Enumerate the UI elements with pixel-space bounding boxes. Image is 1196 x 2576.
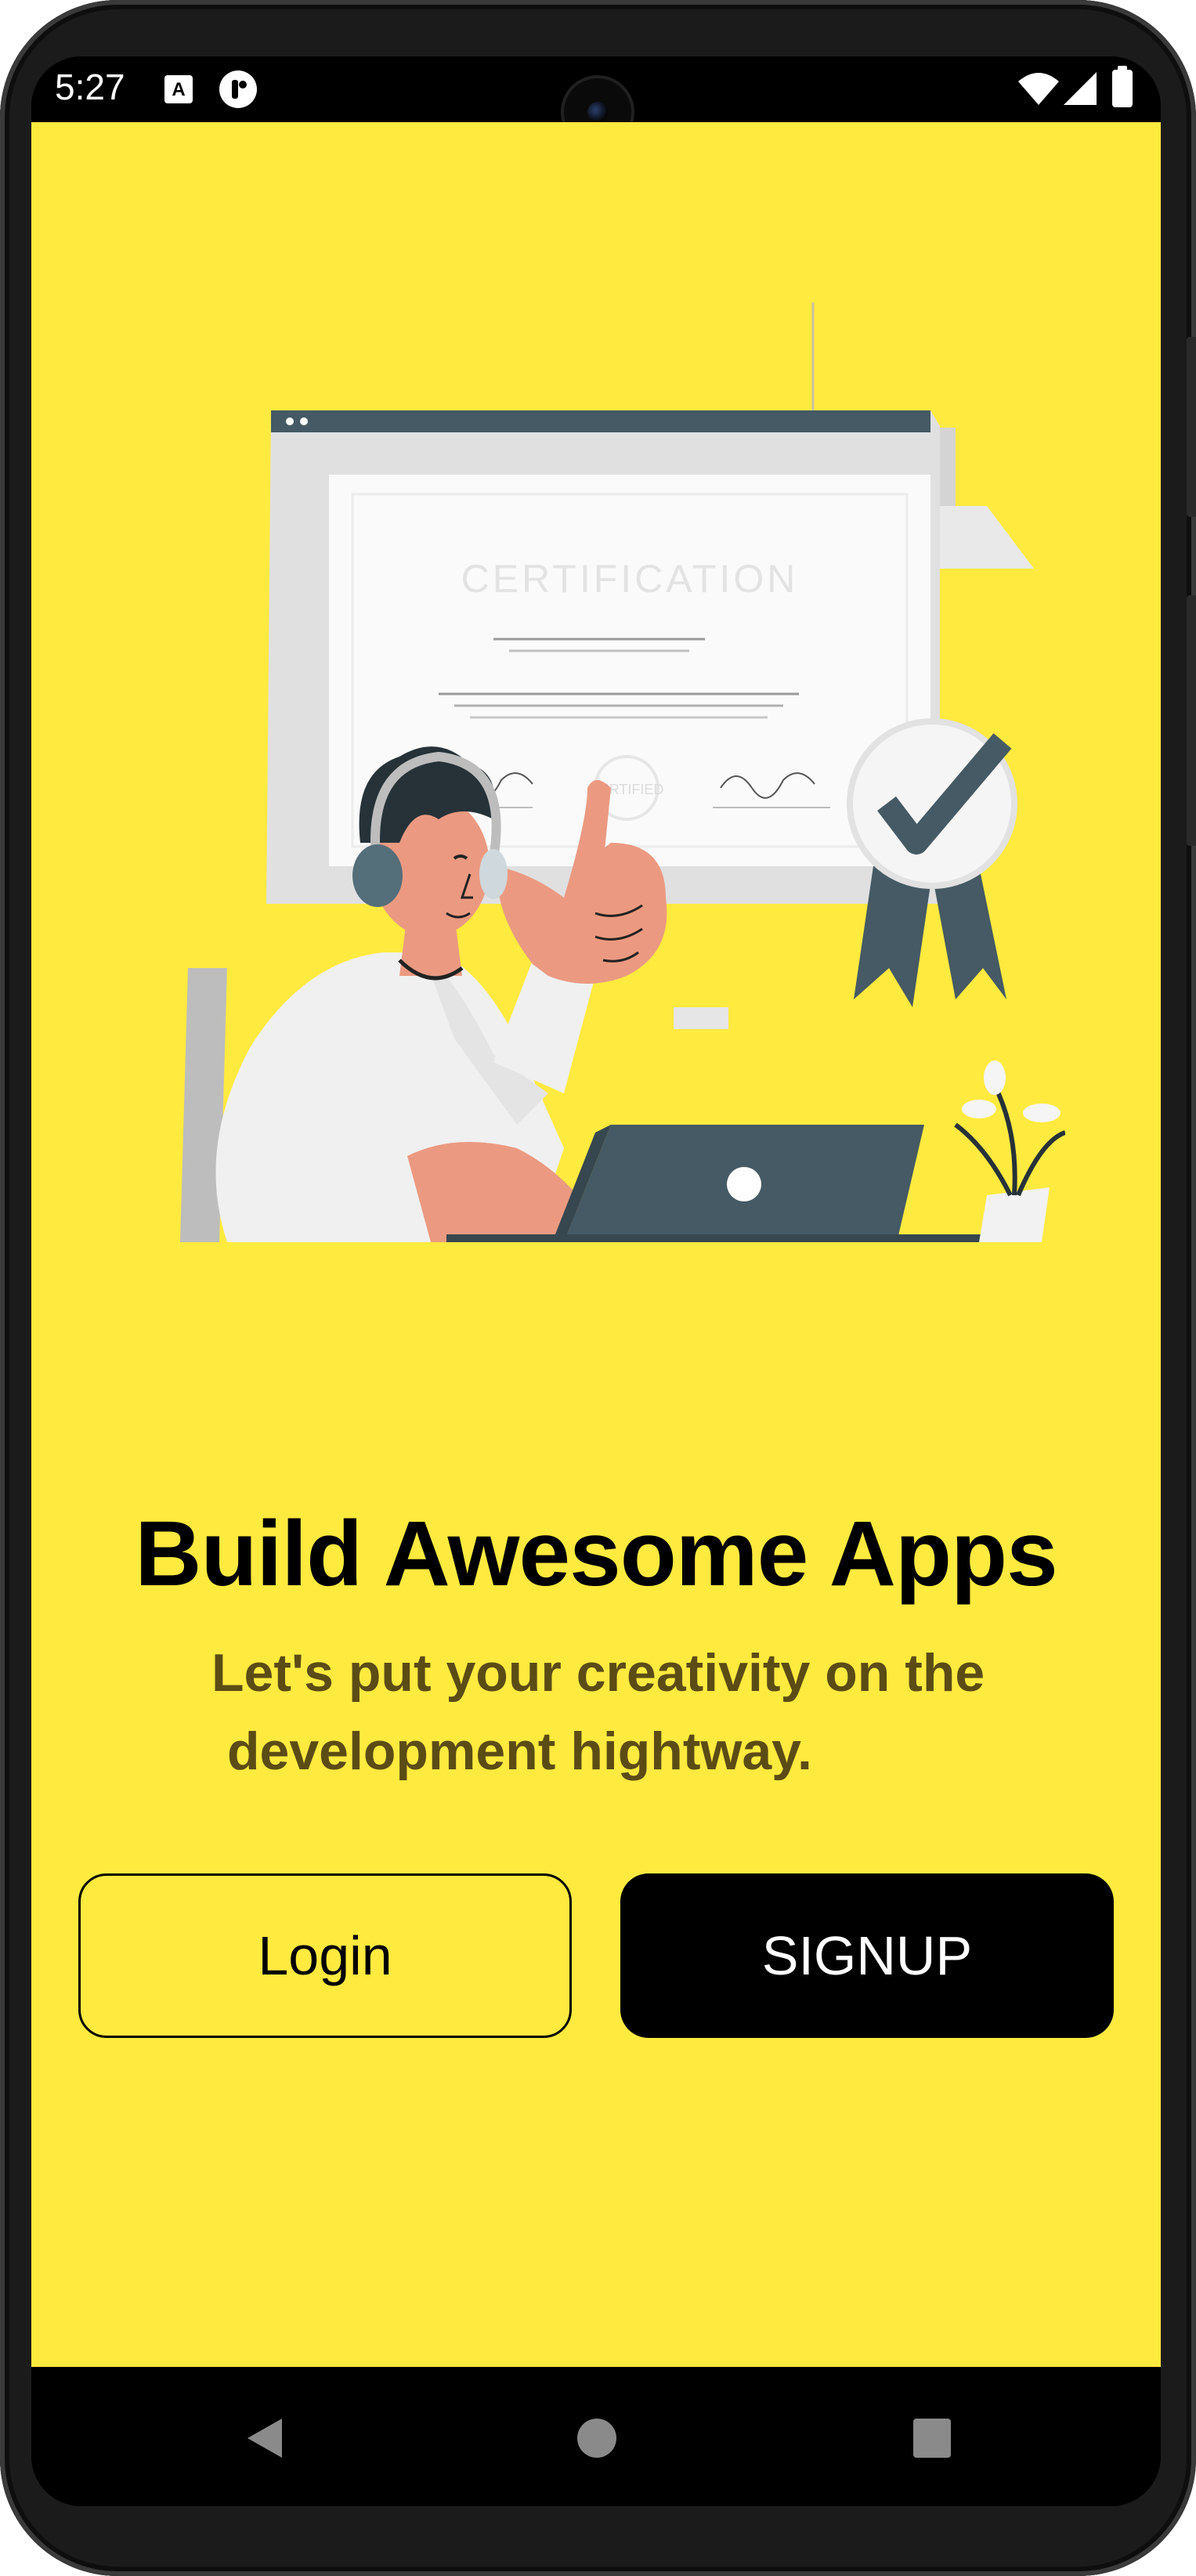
page-title: Build Awesome Apps bbox=[135, 1502, 1058, 1606]
screen: 5:27 A CERTIFICATION CERTIFIED Build Awe… bbox=[31, 56, 1161, 2506]
home-icon[interactable] bbox=[576, 2417, 617, 2462]
status-time: 5:27 bbox=[55, 67, 125, 107]
signal-icon bbox=[1062, 70, 1098, 110]
recents-icon[interactable] bbox=[912, 2417, 952, 2462]
certification-illustration: CERTIFICATION CERTIFIED bbox=[125, 224, 1067, 1242]
login-button[interactable]: Login bbox=[78, 1873, 572, 2038]
device-frame: 5:27 A CERTIFICATION CERTIFIED Build Awe… bbox=[0, 0, 1196, 2576]
certificate-heading: CERTIFICATION bbox=[461, 557, 799, 601]
subtitle-line-1: Let's put your creativity on the bbox=[211, 1643, 985, 1703]
battery-icon bbox=[1111, 66, 1134, 111]
system-nav-bar bbox=[31, 2367, 1161, 2506]
page-subtitle: Let's put your creativity on the develop… bbox=[211, 1634, 1026, 1790]
signup-button[interactable]: SIGNUP bbox=[620, 1873, 1114, 2038]
app-content: CERTIFICATION CERTIFIED Build Awesome Ap… bbox=[31, 122, 1161, 2367]
volume-button bbox=[1187, 595, 1196, 846]
power-button bbox=[1187, 337, 1196, 517]
wifi-icon bbox=[1017, 70, 1061, 110]
subtitle-line-2: development hightway. bbox=[227, 1722, 812, 1781]
back-icon[interactable] bbox=[244, 2417, 284, 2462]
app-notification-icon bbox=[218, 69, 258, 113]
svg-text:A: A bbox=[172, 79, 185, 100]
font-notification-icon: A bbox=[163, 74, 194, 108]
